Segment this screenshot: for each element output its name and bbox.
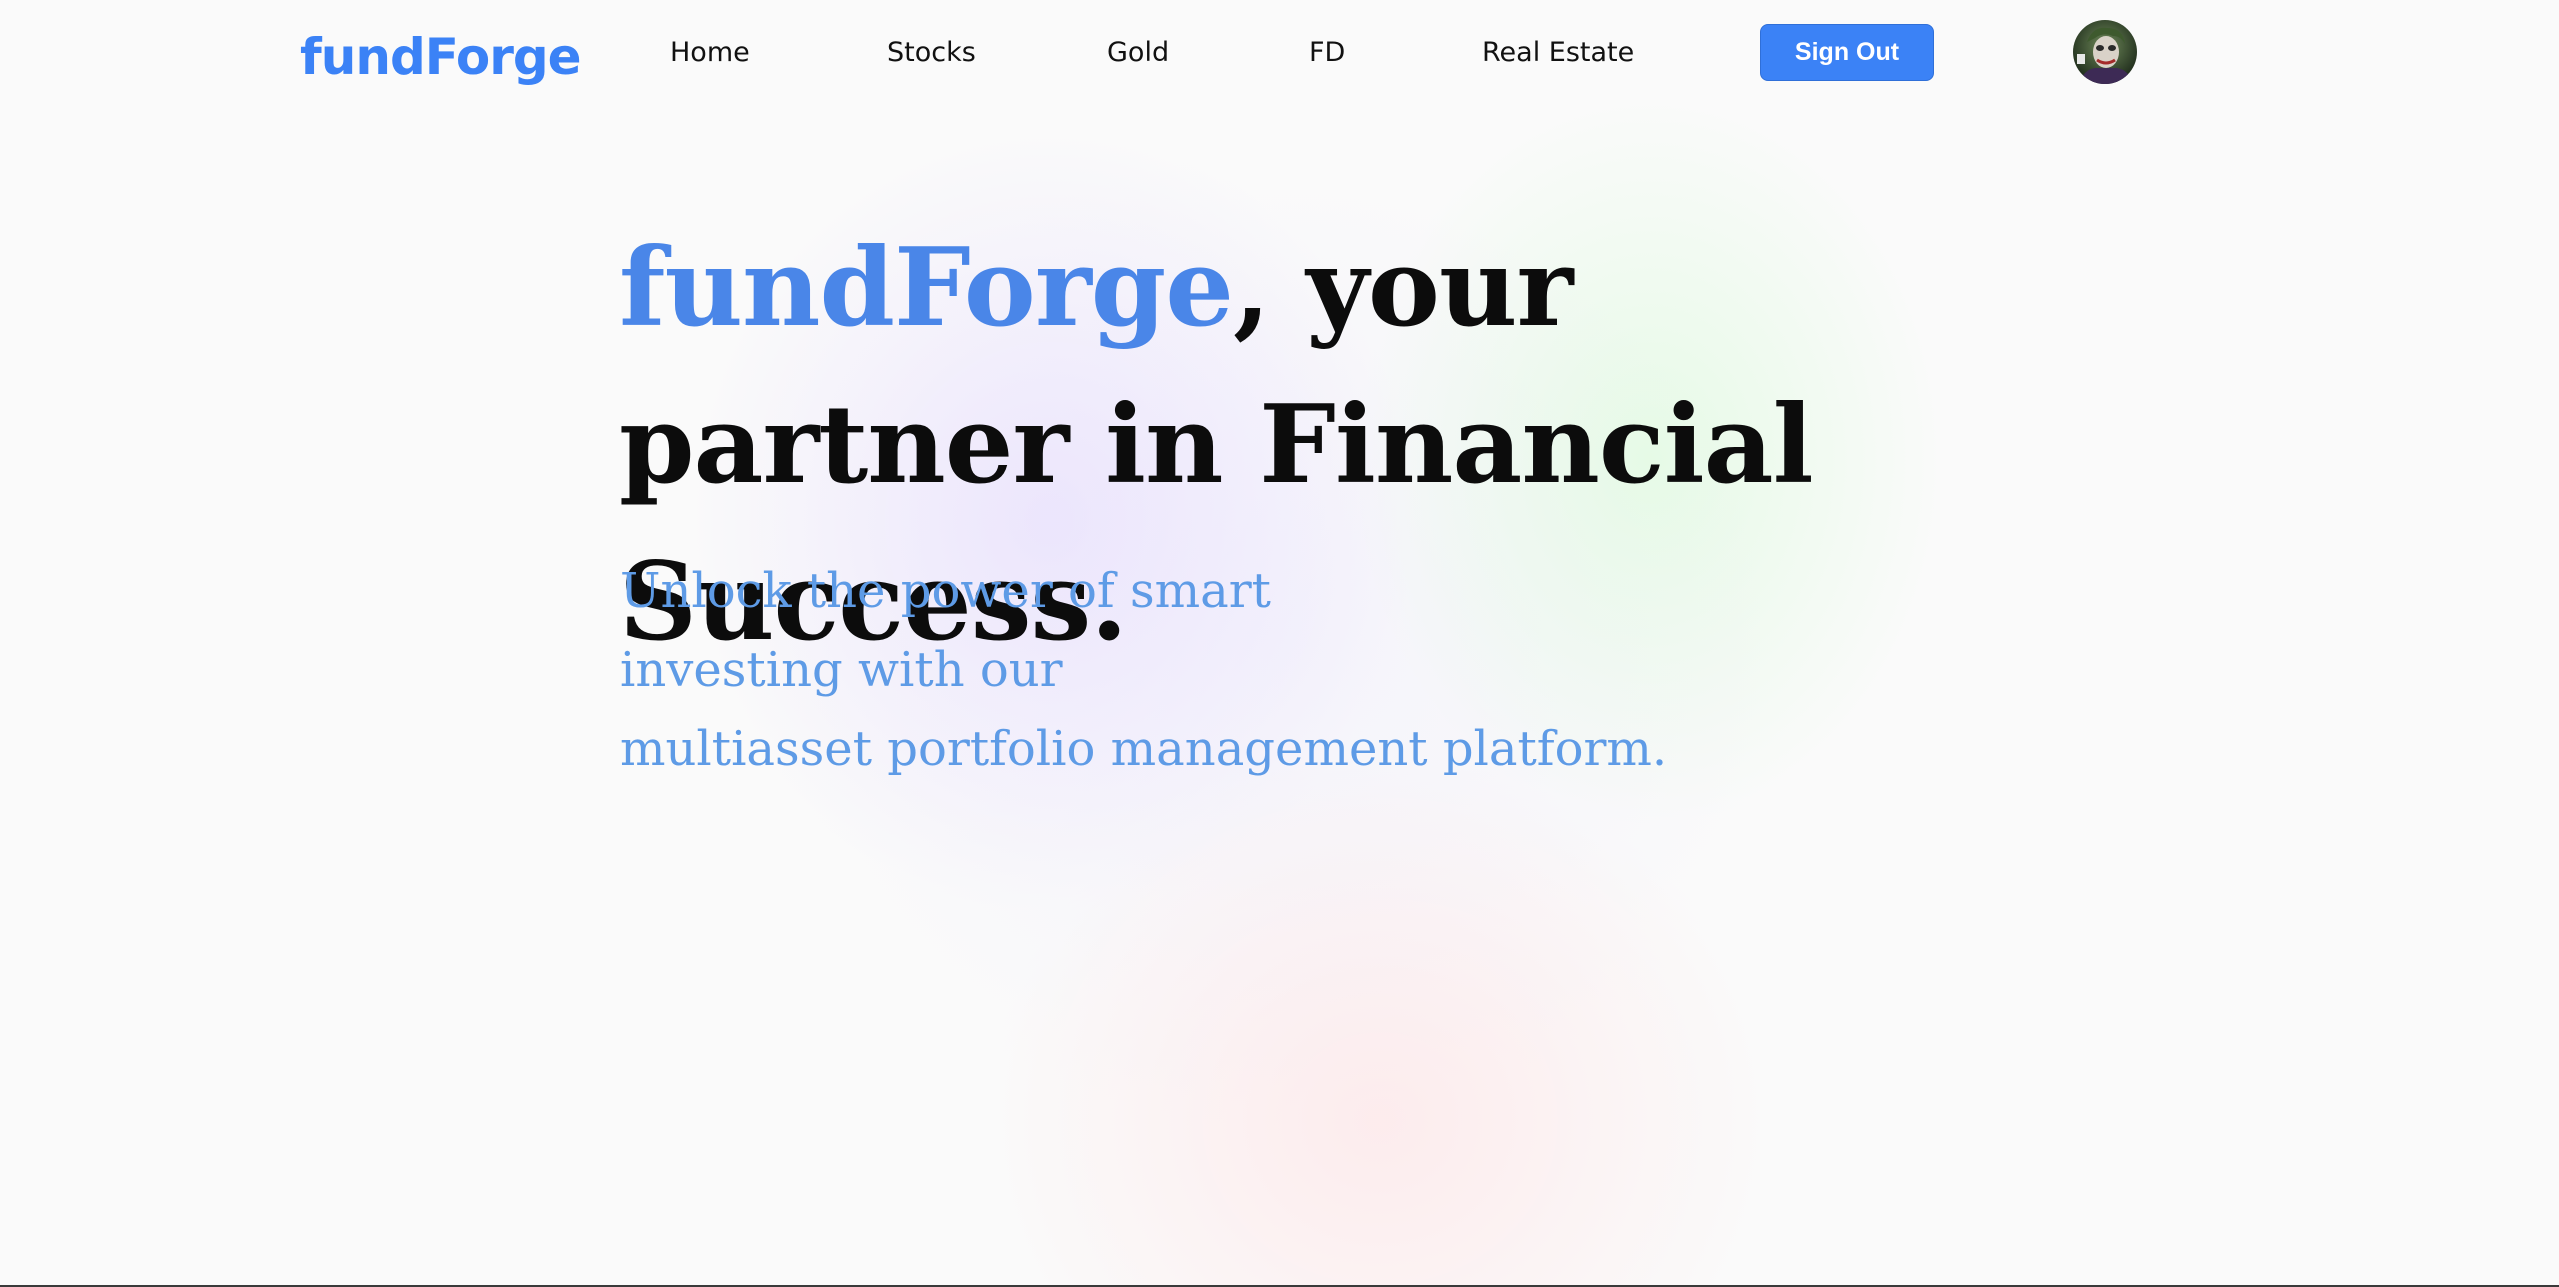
nav-link-real-estate[interactable]: Real Estate [1482, 36, 1634, 70]
hero-title-brand: fundForge [619, 225, 1234, 351]
nav-link-fd[interactable]: FD [1309, 36, 1345, 70]
nav-link-stocks[interactable]: Stocks [887, 36, 976, 70]
top-navbar: fundForge Home Stocks Gold FD Real Estat… [0, 0, 2559, 110]
nav-link-home[interactable]: Home [670, 36, 750, 70]
sign-out-button[interactable]: Sign Out [1760, 24, 1934, 81]
logo[interactable]: fundForge [300, 22, 582, 92]
hero-subtitle-line: Unlock the power of smart [620, 563, 1271, 619]
hero-subtitle-line: investing with our [620, 642, 1063, 698]
nav-link-gold[interactable]: Gold [1107, 36, 1169, 70]
avatar-image [2073, 20, 2137, 84]
user-avatar-icon[interactable] [2073, 20, 2137, 84]
hero-subtitle: Unlock the power of smart investing with… [620, 552, 1820, 789]
hero-subtitle-line: multiasset portfolio management platform… [620, 721, 1668, 777]
